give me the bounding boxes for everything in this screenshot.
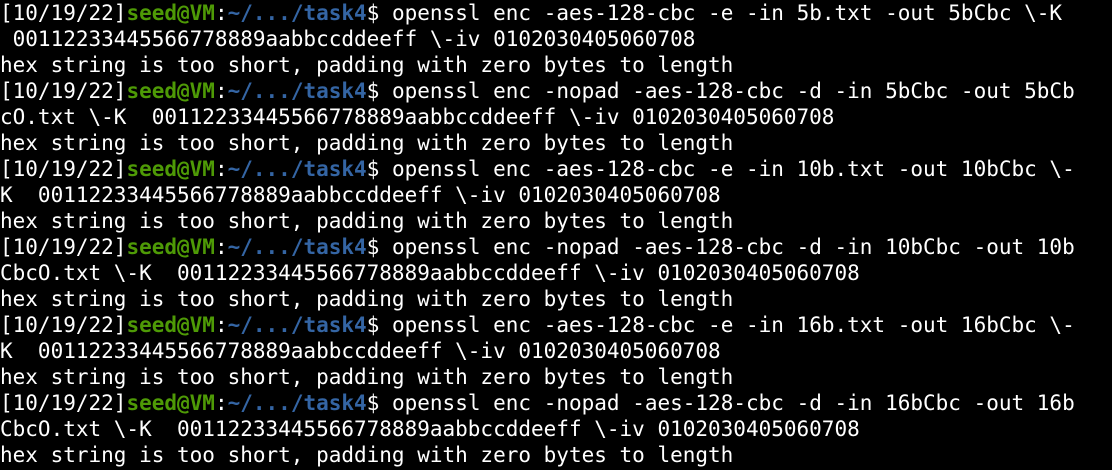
prompt-userhost: seed@VM <box>126 157 215 181</box>
command-continuation: CbcO.txt \-K 00112233445566778889aabbccd… <box>0 416 1112 442</box>
command-text: openssl enc -aes-128-cbc -e -in 10b.txt … <box>391 157 1075 181</box>
prompt-colon: : <box>214 79 228 103</box>
prompt-path-dir: task4 <box>303 235 367 259</box>
command-continuation: 00112233445566778889aabbccddeeff \-iv 01… <box>0 26 1112 52</box>
prompt-timestamp: [10/19/22] <box>0 1 127 25</box>
prompt-path-prefix: ~/.../ <box>227 235 304 259</box>
prompt-line: [10/19/22]seed@VM:~/.../task4$ openssl e… <box>0 156 1112 182</box>
prompt-path-prefix: ~/.../ <box>227 391 304 415</box>
command-continuation: K 00112233445566778889aabbccddeeff \-iv … <box>0 338 1112 364</box>
output-text: hex string is too short, padding with ze… <box>0 365 734 389</box>
prompt-userhost: seed@VM <box>126 1 215 25</box>
prompt-timestamp: [10/19/22] <box>0 235 127 259</box>
command-text: openssl enc -aes-128-cbc -e -in 5b.txt -… <box>391 1 1075 25</box>
prompt-timestamp: [10/19/22] <box>0 313 127 337</box>
command-text: cO.txt \-K 00112233445566778889aabbccdde… <box>0 105 835 129</box>
prompt-userhost: seed@VM <box>126 79 215 103</box>
output-line: hex string is too short, padding with ze… <box>0 130 1112 156</box>
prompt-path-prefix: ~/.../ <box>227 157 304 181</box>
prompt-timestamp: [10/19/22] <box>0 79 127 103</box>
prompt-dollar: $ <box>366 313 392 337</box>
prompt-path-dir: task4 <box>303 391 367 415</box>
command-text: CbcO.txt \-K 00112233445566778889aabbccd… <box>0 261 860 285</box>
prompt-userhost: seed@VM <box>126 391 215 415</box>
output-line: hex string is too short, padding with ze… <box>0 286 1112 312</box>
prompt-colon: : <box>214 235 228 259</box>
prompt-colon: : <box>214 391 228 415</box>
output-text: hex string is too short, padding with ze… <box>0 53 734 77</box>
output-text: hex string is too short, padding with ze… <box>0 209 734 233</box>
output-line: hex string is too short, padding with ze… <box>0 52 1112 78</box>
prompt-colon: : <box>214 157 228 181</box>
command-text: CbcO.txt \-K 00112233445566778889aabbccd… <box>0 417 860 441</box>
command-text: openssl enc -nopad -aes-128-cbc -d -in 1… <box>391 391 1075 415</box>
prompt-dollar: $ <box>366 79 392 103</box>
output-text: hex string is too short, padding with ze… <box>0 131 734 155</box>
command-continuation: CbcO.txt \-K 00112233445566778889aabbccd… <box>0 260 1112 286</box>
terminal-window[interactable]: [10/19/22]seed@VM:~/.../task4$ openssl e… <box>0 0 1112 470</box>
prompt-timestamp: [10/19/22] <box>0 391 127 415</box>
output-text: hex string is too short, padding with ze… <box>0 287 734 311</box>
prompt-path-prefix: ~/.../ <box>227 79 304 103</box>
command-continuation: K 00112233445566778889aabbccddeeff \-iv … <box>0 182 1112 208</box>
prompt-path-dir: task4 <box>303 313 367 337</box>
prompt-line: [10/19/22]seed@VM:~/.../task4$ openssl e… <box>0 312 1112 338</box>
command-text: K 00112233445566778889aabbccddeeff \-iv … <box>0 339 721 363</box>
prompt-path-dir: task4 <box>303 157 367 181</box>
prompt-line: [10/19/22]seed@VM:~/.../task4$ openssl e… <box>0 390 1112 416</box>
output-line: hex string is too short, padding with ze… <box>0 208 1112 234</box>
prompt-dollar: $ <box>366 157 392 181</box>
command-continuation: cO.txt \-K 00112233445566778889aabbccdde… <box>0 104 1112 130</box>
prompt-timestamp: [10/19/22] <box>0 157 127 181</box>
command-text: openssl enc -nopad -aes-128-cbc -d -in 5… <box>391 79 1075 103</box>
command-text: openssl enc -aes-128-cbc -e -in 16b.txt … <box>391 313 1075 337</box>
prompt-userhost: seed@VM <box>126 235 215 259</box>
output-line: hex string is too short, padding with ze… <box>0 364 1112 390</box>
prompt-dollar: $ <box>366 235 392 259</box>
prompt-line: [10/19/22]seed@VM:~/.../task4$ openssl e… <box>0 78 1112 104</box>
prompt-line: [10/19/22]seed@VM:~/.../task4$ openssl e… <box>0 0 1112 26</box>
output-text: hex string is too short, padding with ze… <box>0 443 734 467</box>
prompt-line: [10/19/22]seed@VM:~/.../task4$ openssl e… <box>0 234 1112 260</box>
prompt-colon: : <box>214 1 228 25</box>
prompt-path-prefix: ~/.../ <box>227 313 304 337</box>
command-text: 00112233445566778889aabbccddeeff \-iv 01… <box>0 27 696 51</box>
command-text: openssl enc -nopad -aes-128-cbc -d -in 1… <box>391 235 1075 259</box>
prompt-userhost: seed@VM <box>126 313 215 337</box>
prompt-colon: : <box>214 313 228 337</box>
output-line: hex string is too short, padding with ze… <box>0 442 1112 468</box>
prompt-path-prefix: ~/.../ <box>227 1 304 25</box>
prompt-path-dir: task4 <box>303 1 367 25</box>
prompt-dollar: $ <box>366 1 392 25</box>
prompt-dollar: $ <box>366 391 392 415</box>
command-text: K 00112233445566778889aabbccddeeff \-iv … <box>0 183 721 207</box>
prompt-path-dir: task4 <box>303 79 367 103</box>
